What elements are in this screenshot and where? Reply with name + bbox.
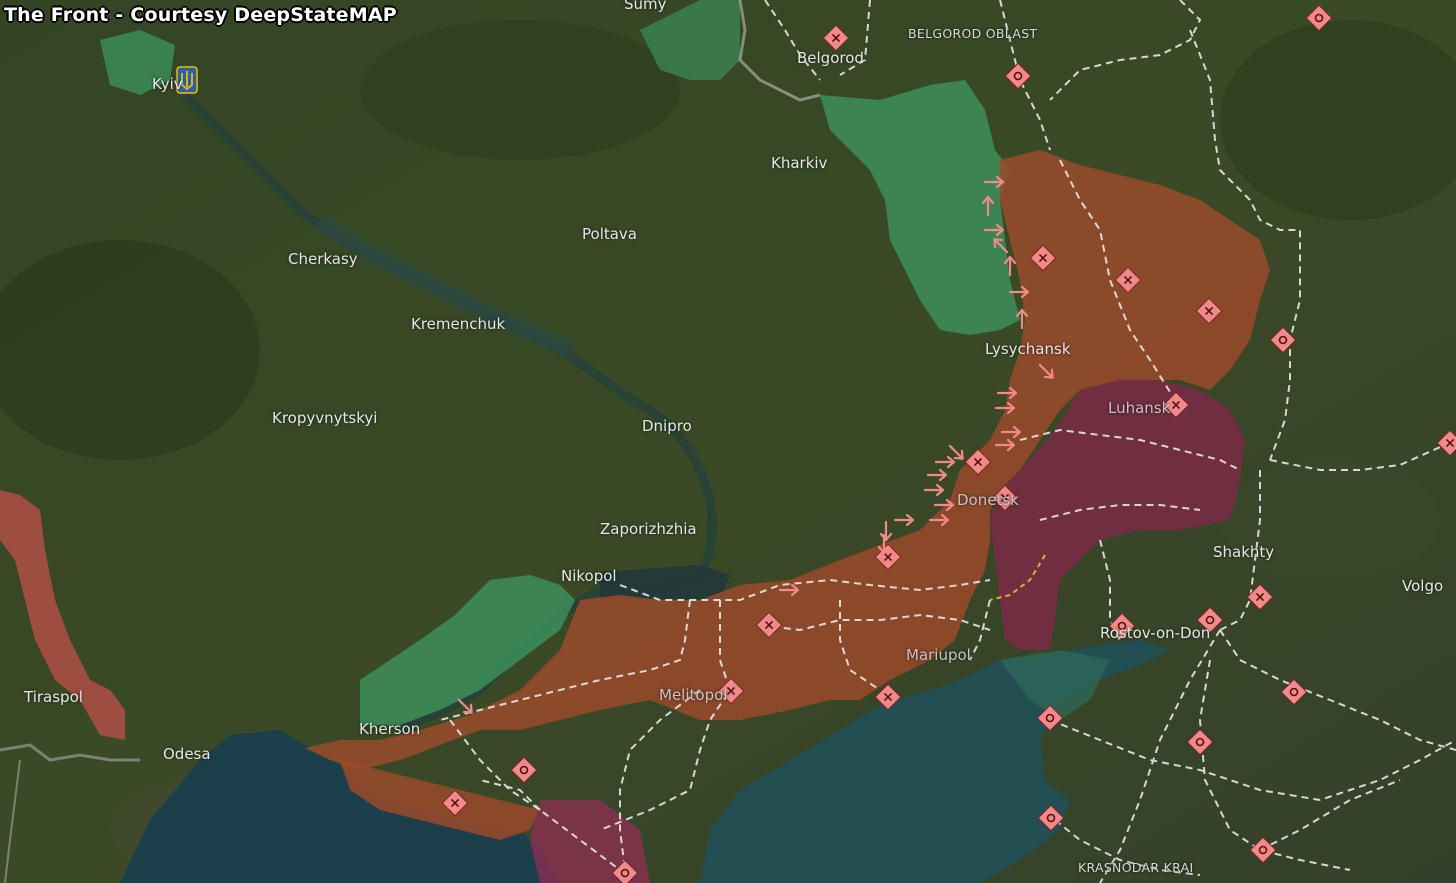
city-label-kharkiv: Kharkiv bbox=[771, 154, 828, 172]
city-label-donetsk: Donetsk bbox=[957, 491, 1019, 509]
region-label-belgorod-oblast: BELGOROD OBLAST bbox=[908, 26, 1038, 41]
city-label-sumy: Sumy bbox=[624, 0, 667, 13]
city-label-kremenchuk: Kremenchuk bbox=[411, 315, 506, 333]
city-label-volgograd: Volgo bbox=[1402, 577, 1444, 595]
region-label-krasnodar-krai: KRASNODAR KRAI bbox=[1078, 860, 1194, 875]
city-label-cherkasy: Cherkasy bbox=[288, 250, 358, 268]
city-label-luhansk: Luhansk bbox=[1108, 399, 1171, 417]
city-label-tiraspol: Tiraspol bbox=[24, 688, 83, 706]
city-label-nikopol: Nikopol bbox=[561, 567, 617, 585]
city-label-dnipro: Dnipro bbox=[642, 417, 692, 435]
front-line-map: The Front - Courtesy DeepStateMAP Sumy K… bbox=[0, 0, 1456, 883]
city-label-poltava: Poltava bbox=[582, 225, 637, 243]
city-label-belgorod: Belgorod bbox=[797, 49, 864, 67]
city-label-kropyvnytskyi: Kropyvnytskyi bbox=[272, 409, 378, 427]
city-label-zaporizhzhia: Zaporizhzhia bbox=[600, 520, 697, 538]
map-canvas bbox=[0, 0, 1456, 883]
city-label-kherson: Kherson bbox=[359, 720, 421, 738]
map-title: The Front - Courtesy DeepStateMAP bbox=[4, 4, 397, 26]
city-label-odesa: Odesa bbox=[163, 745, 211, 763]
city-label-mariupol: Mariupol bbox=[906, 646, 971, 664]
city-label-shakhty: Shakhty bbox=[1213, 543, 1275, 561]
city-label-rostov: Rostov-on-Don bbox=[1100, 624, 1211, 642]
city-label-kyiv: Kyiv bbox=[152, 75, 183, 93]
city-label-melitopol: Melitopol bbox=[659, 686, 728, 704]
city-label-lysychansk: Lysychansk bbox=[985, 340, 1071, 358]
